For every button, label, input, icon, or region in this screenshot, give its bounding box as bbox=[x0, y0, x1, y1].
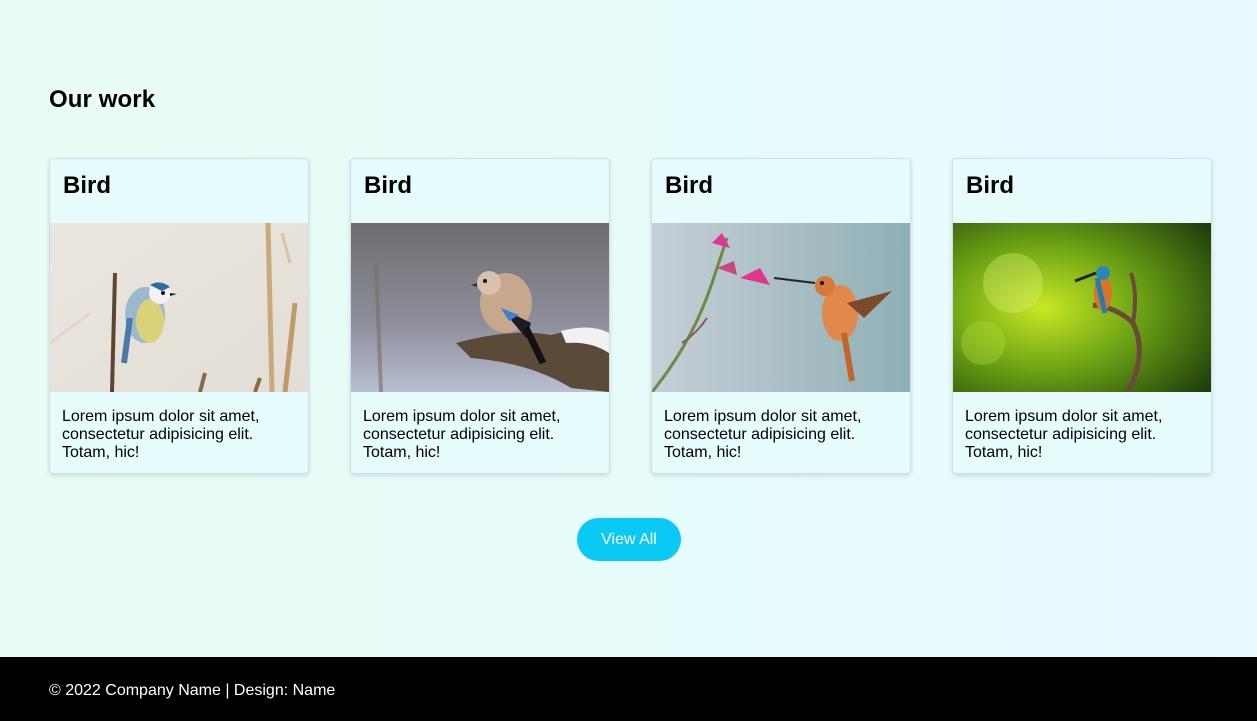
hummingbird-image bbox=[652, 223, 910, 392]
card-text: Lorem ipsum dolor sit amet, consectetur … bbox=[363, 408, 561, 461]
blue-tit-bird-image bbox=[50, 223, 308, 392]
section-title: Our work bbox=[49, 86, 156, 113]
footer: © 2022 Company Name | Design: Name bbox=[0, 657, 1257, 721]
card-title: Bird bbox=[665, 172, 713, 199]
card-title: Bird bbox=[63, 172, 111, 199]
card-text: Lorem ipsum dolor sit amet, consectetur … bbox=[62, 408, 260, 461]
work-card[interactable]: Bird Lorem ipsum dolor sit amet, consect… bbox=[952, 158, 1212, 474]
card-grid: Bird Lorem ipsum dolor sit amet, consect… bbox=[49, 158, 1212, 474]
work-card[interactable]: Bird Lorem ipsum dolor sit amet, consect… bbox=[651, 158, 911, 474]
work-card[interactable]: Bird Lorem ipsum dolor sit amet, consect… bbox=[350, 158, 610, 474]
jay-bird-image bbox=[351, 223, 609, 392]
card-text: Lorem ipsum dolor sit amet, consectetur … bbox=[664, 408, 862, 461]
work-card[interactable]: Bird Lorem ipsum dolor sit amet, consect… bbox=[49, 158, 309, 474]
card-text: Lorem ipsum dolor sit amet, consectetur … bbox=[965, 408, 1163, 461]
footer-copyright: © 2022 Company Name | Design: Name bbox=[49, 682, 336, 699]
card-title: Bird bbox=[364, 172, 412, 199]
kingfisher-bird-image bbox=[953, 223, 1211, 392]
view-all-button[interactable]: View All bbox=[577, 518, 681, 561]
card-title: Bird bbox=[966, 172, 1014, 199]
